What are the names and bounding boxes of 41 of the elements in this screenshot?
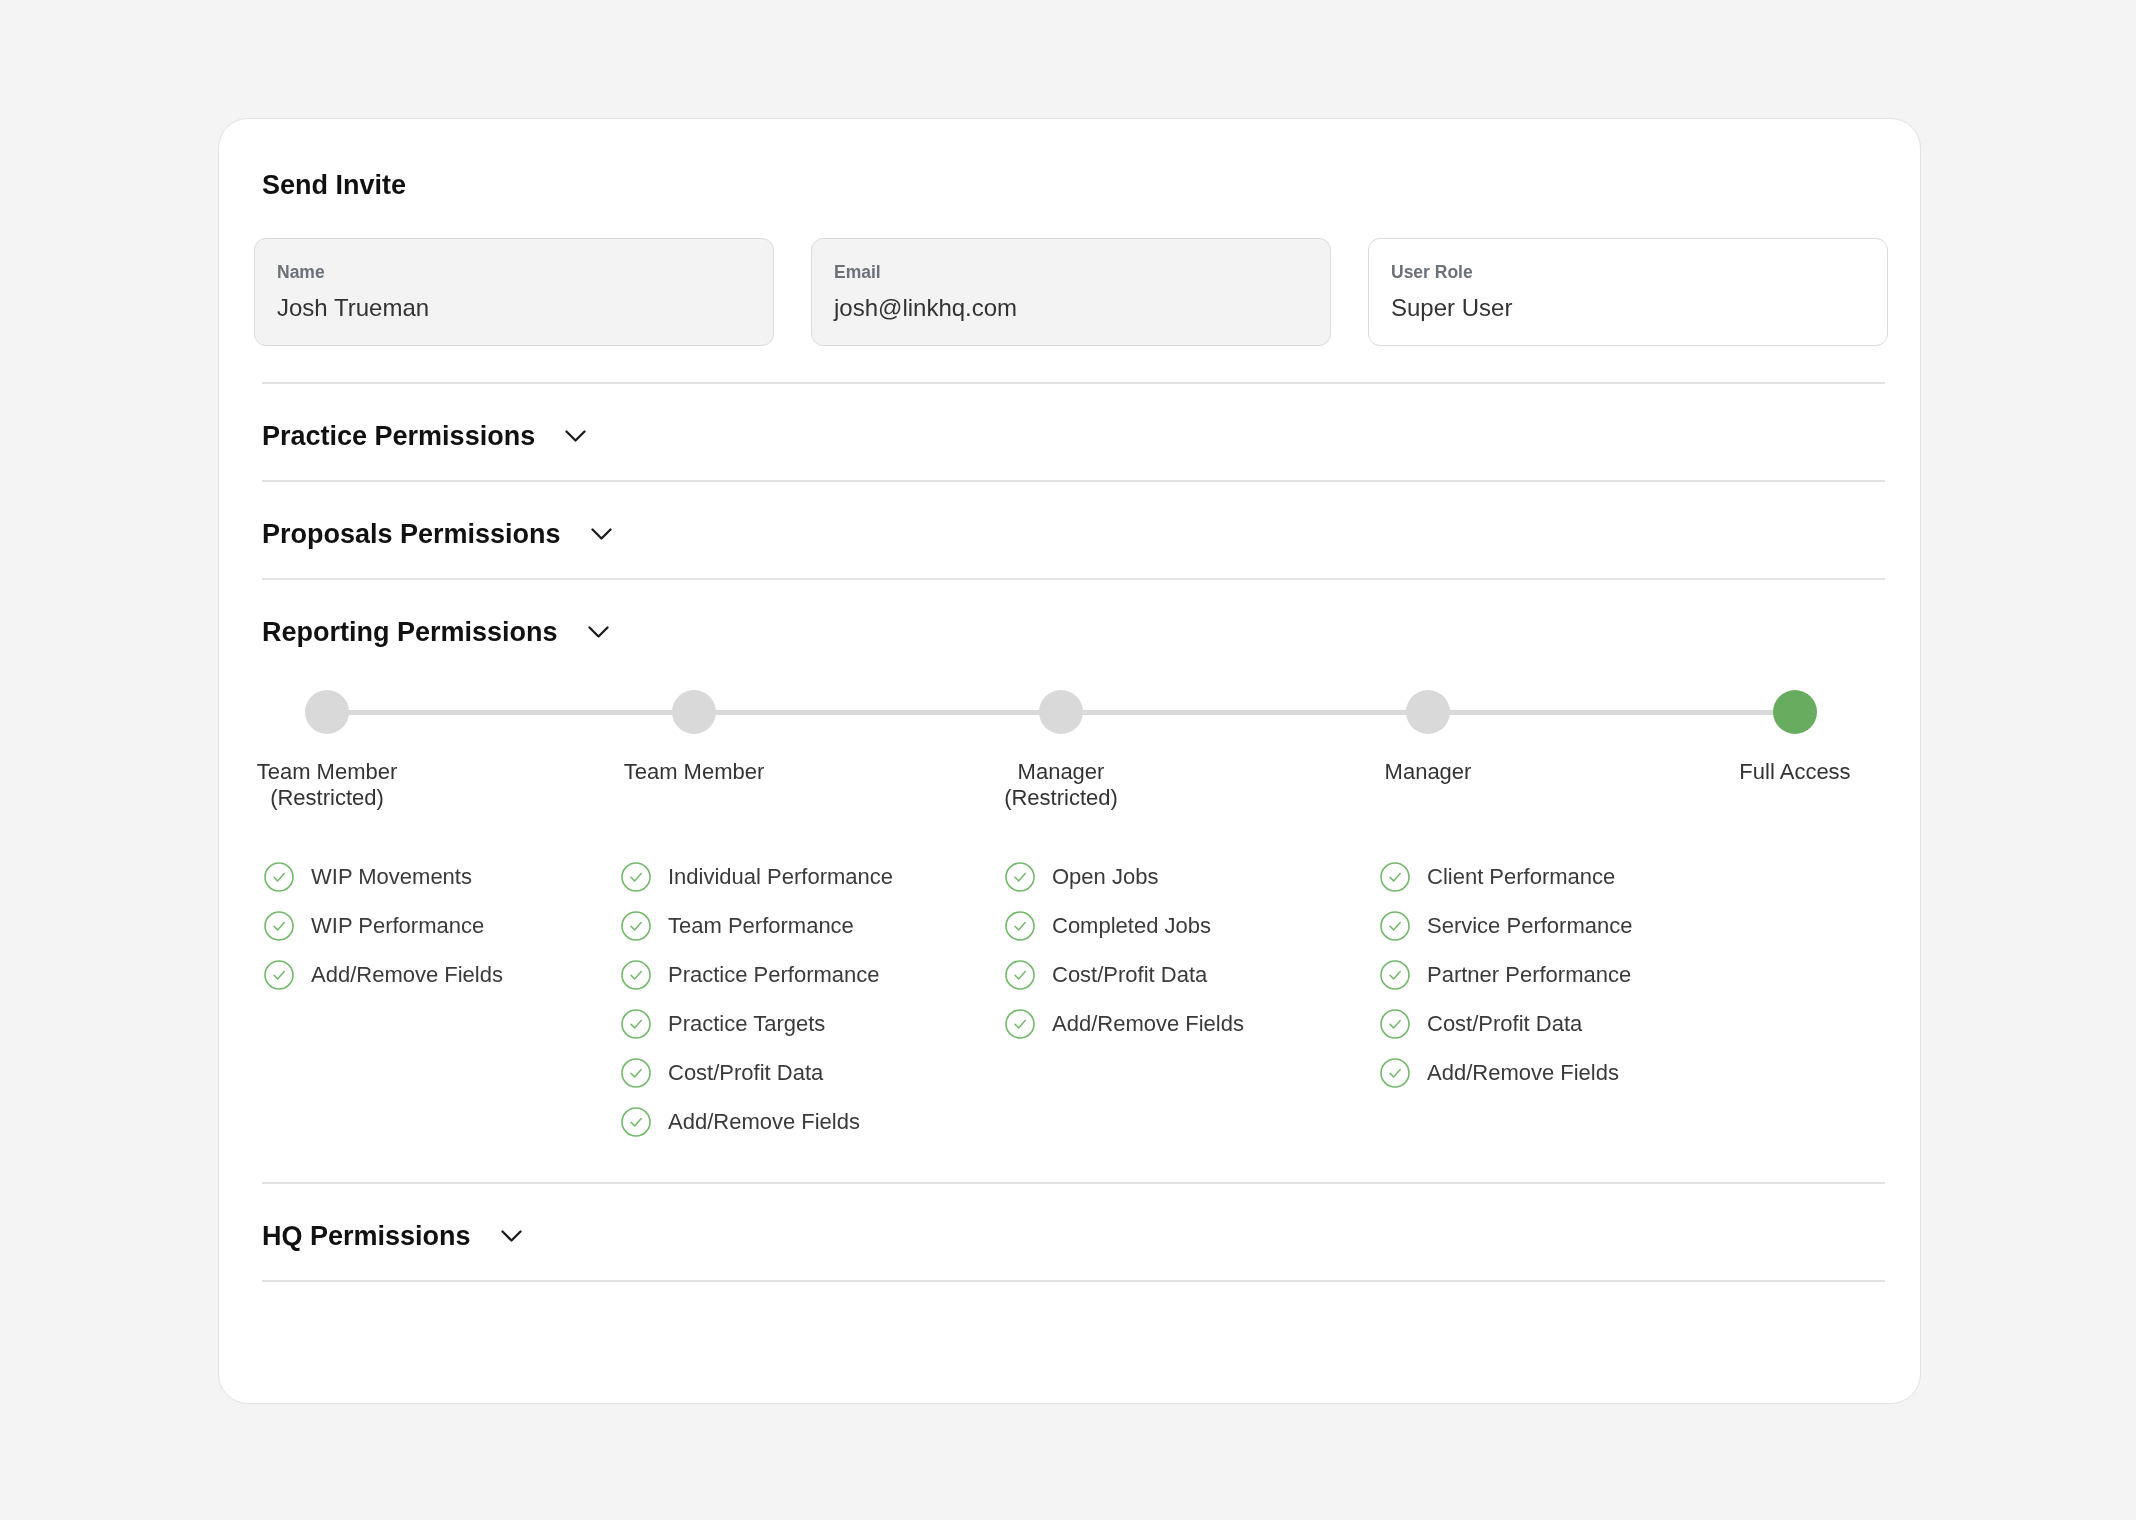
level-label: Manager (Restricted) bbox=[1003, 759, 1119, 811]
field-label: User Role bbox=[1391, 261, 1473, 283]
accordion-header[interactable]: Reporting Permissions bbox=[262, 615, 609, 649]
card-title: Send Invite bbox=[262, 169, 408, 202]
text-field[interactable]: User Role Super User bbox=[1368, 238, 1888, 346]
field-value: Super User bbox=[1391, 293, 1513, 322]
accordion-header[interactable]: HQ Permissions bbox=[262, 1219, 522, 1253]
permission-label: Cost/Profit Data bbox=[668, 1060, 824, 1086]
permission-label: Add/Remove Fields bbox=[668, 1109, 860, 1135]
permission-label: Practice Performance bbox=[668, 962, 880, 988]
permission-label: Add/Remove Fields bbox=[1052, 1011, 1244, 1037]
permission-label: Cost/Profit Data bbox=[1427, 1011, 1583, 1037]
level-label: Manager bbox=[1384, 759, 1472, 786]
permission-label: Cost/Profit Data bbox=[1052, 962, 1208, 988]
chevron-down-icon bbox=[590, 528, 612, 540]
field-value: Josh Trueman bbox=[277, 293, 430, 322]
chevron-down-icon bbox=[565, 430, 587, 442]
permission-label: Service Performance bbox=[1427, 913, 1633, 939]
slider-stop[interactable] bbox=[1773, 690, 1817, 734]
permission-label: Practice Targets bbox=[668, 1011, 826, 1037]
permission-label: Client Performance bbox=[1427, 864, 1616, 890]
level-label: Team Member bbox=[623, 759, 765, 786]
level-label: Full Access bbox=[1739, 759, 1851, 786]
accordion-header[interactable]: Practice Permissions bbox=[262, 419, 587, 453]
permission-label: Open Jobs bbox=[1052, 864, 1159, 890]
field-label: Email bbox=[834, 261, 881, 283]
permission-label: WIP Movements bbox=[311, 864, 472, 890]
permission-label: Add/Remove Fields bbox=[1427, 1060, 1619, 1086]
permission-label: Team Performance bbox=[668, 913, 854, 939]
accordion-header[interactable]: Proposals Permissions bbox=[262, 517, 612, 551]
chevron-down-icon bbox=[587, 626, 609, 638]
level-label: Team Member (Restricted) bbox=[255, 759, 399, 811]
field-label: Name bbox=[277, 261, 325, 283]
chevron-down-icon bbox=[500, 1230, 522, 1242]
field-value: josh@linkhq.com bbox=[834, 293, 1018, 322]
permission-label: WIP Performance bbox=[311, 913, 485, 939]
slider-stop[interactable] bbox=[305, 690, 349, 734]
permission-label: Individual Performance bbox=[668, 864, 893, 890]
permission-label: Completed Jobs bbox=[1052, 913, 1211, 939]
permission-label: Partner Performance bbox=[1427, 962, 1632, 988]
permission-label: Add/Remove Fields bbox=[311, 962, 503, 988]
